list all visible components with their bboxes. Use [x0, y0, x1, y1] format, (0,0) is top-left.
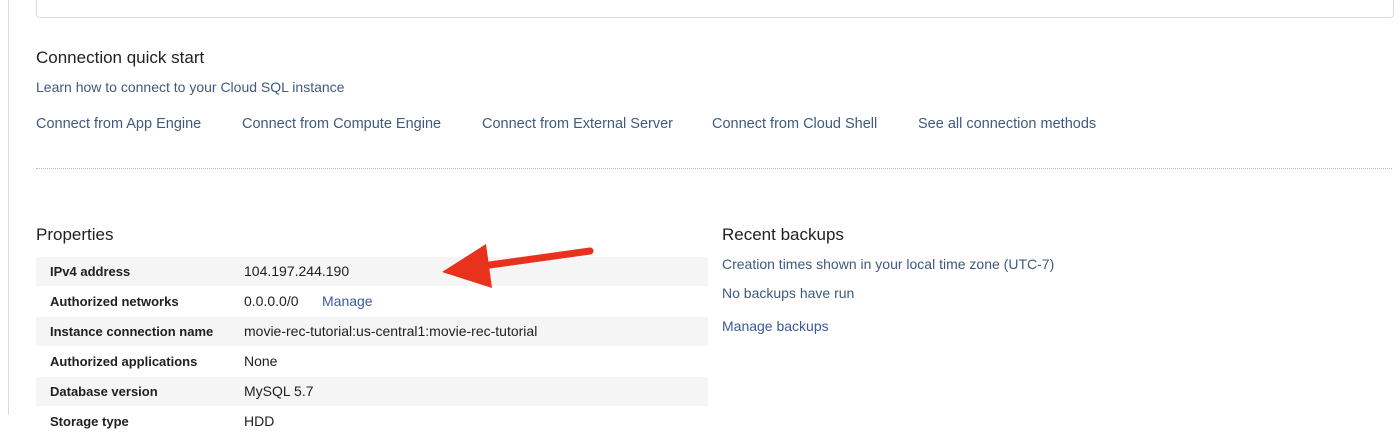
property-label: Authorized applications — [50, 354, 198, 369]
database-version-value: MySQL 5.7 — [244, 383, 314, 399]
property-label: Storage type — [50, 414, 129, 429]
properties-table: IPv4 address 104.197.244.190 Authorized … — [36, 257, 708, 437]
manage-backups-link[interactable]: Manage backups — [722, 318, 829, 334]
authorized-apps-value: None — [244, 353, 278, 369]
properties-title: Properties — [36, 225, 114, 244]
section-divider — [36, 168, 1392, 169]
backups-timezone-note: Creation times shown in your local time … — [722, 256, 1055, 272]
table-row: Instance connection name movie-rec-tutor… — [36, 317, 708, 347]
quick-start-title: Connection quick start — [36, 48, 205, 67]
link-cloud-shell[interactable]: Connect from Cloud Shell — [712, 116, 877, 132]
table-row: IPv4 address 104.197.244.190 — [36, 257, 708, 287]
table-row: Storage type HDD — [36, 407, 708, 437]
quick-start-subtitle: Learn how to connect to your Cloud SQL i… — [36, 79, 345, 95]
connection-name-value: movie-rec-tutorial:us-central1:movie-rec… — [244, 323, 538, 339]
link-all-connection-methods[interactable]: See all connection methods — [918, 116, 1096, 132]
manage-networks-link[interactable]: Manage — [322, 293, 373, 309]
table-row: Database version MySQL 5.7 — [36, 377, 708, 407]
left-border — [8, 0, 9, 415]
top-card — [36, 0, 1394, 18]
property-label: Authorized networks — [50, 294, 179, 309]
authorized-networks-value: 0.0.0.0/0 — [244, 293, 299, 309]
link-compute-engine[interactable]: Connect from Compute Engine — [242, 116, 441, 132]
table-row: Authorized networks 0.0.0.0/0 Manage — [36, 287, 708, 317]
link-app-engine[interactable]: Connect from App Engine — [36, 116, 201, 132]
property-label: Instance connection name — [50, 324, 214, 339]
table-row: Authorized applications None — [36, 347, 708, 377]
property-label: IPv4 address — [50, 264, 131, 279]
storage-type-value: HDD — [244, 413, 275, 429]
backups-empty-text: No backups have run — [722, 285, 855, 301]
ipv4-address-value: 104.197.244.190 — [244, 263, 350, 279]
backups-title: Recent backups — [722, 225, 844, 244]
property-label: Database version — [50, 384, 158, 399]
annotation-arrow-icon — [442, 244, 594, 288]
link-external-server[interactable]: Connect from External Server — [482, 116, 673, 132]
